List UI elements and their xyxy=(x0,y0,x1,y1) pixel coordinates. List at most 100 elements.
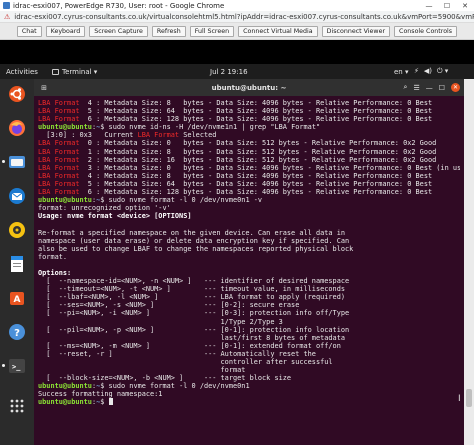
terminal-text-segment: [ --timeout=<NUM>, -t <NUM> ] --- timeou… xyxy=(38,285,345,294)
terminal-line: [ --ses=<NUM>, -s <NUM> ] --- [0-2]: sec… xyxy=(38,301,460,309)
new-tab-icon[interactable]: ⊞ xyxy=(38,83,50,93)
terminal-text-segment: 1 : Metadata Size: 8 bytes - Data Size: … xyxy=(79,147,437,156)
ubuntu-software-icon[interactable] xyxy=(8,85,26,103)
terminal-line: last/first 8 bytes of metadata xyxy=(38,334,460,342)
terminal-line: [ --pil=<NUM>, -p <NUM> ] --- [0-1]: pro… xyxy=(38,326,460,334)
rhythmbox-icon[interactable] xyxy=(8,221,26,239)
terminal-line: format xyxy=(38,366,460,374)
terminal-line: LBA Format 6 : Metadata Size: 128 bytes … xyxy=(38,115,460,123)
terminal-text-segment: ubuntu@ubuntu xyxy=(38,398,92,407)
app-store-icon[interactable]: A xyxy=(8,289,26,307)
terminal-line: [ --timeout=<NUM>, -t <NUM> ] --- timeou… xyxy=(38,285,460,293)
terminal-text-segment: 0 : Metadata Size: 0 bytes - Data Size: … xyxy=(79,139,437,148)
terminal-line: Options: xyxy=(38,269,460,277)
terminal-text-segment: ubuntu@ubuntu xyxy=(38,123,92,132)
search-icon[interactable]: ⌕ xyxy=(404,83,408,92)
terminal-line: ubuntu@ubuntu:~$ sudo nvme id-ns -H /dev… xyxy=(38,123,460,131)
power-menu-icon: ⏻ ▾ xyxy=(437,67,449,75)
terminal-text-segment: ubuntu@ubuntu xyxy=(38,196,92,205)
terminal-app-menu[interactable]: Terminal ▾ xyxy=(52,68,97,76)
terminal-text-segment: 6 : Metadata Size: 128 bytes - Data Size… xyxy=(79,188,433,197)
scrollbar-thumb[interactable] xyxy=(466,389,472,407)
terminal-line: format. xyxy=(38,253,460,261)
chat-button[interactable]: Chat xyxy=(16,25,42,37)
keyboard-layout-indicator[interactable]: en ▾ xyxy=(394,68,408,76)
browser-window-title: idrac-esxi007, PowerEdge R730, User: roo… xyxy=(13,1,225,10)
terminal-text-segment: LBA Format xyxy=(38,107,80,116)
terminal-line: LBA Format 4 : Metadata Size: 8 bytes - … xyxy=(38,172,460,180)
address-bar-url[interactable]: idrac-esxi007.cyrus-consultants.co.uk/vi… xyxy=(14,13,474,21)
minimize-window-icon[interactable]: — xyxy=(420,2,438,10)
terminal-line: Success formatting namespace:1 xyxy=(38,390,460,398)
terminal-text-segment: [3:0] : 0x3 Current xyxy=(38,131,138,140)
hamburger-menu-icon[interactable]: ☰ xyxy=(413,84,419,92)
browser-title-bar: idrac-esxi007, PowerEdge R730, User: roo… xyxy=(0,0,474,11)
libreoffice-writer-icon[interactable] xyxy=(8,255,26,273)
terminal-text-segment: LBA Format xyxy=(38,188,80,197)
terminal-line: [ --lbaf=<NUM>, -l <NUM> ] --- LBA forma… xyxy=(38,293,460,301)
ubuntu-dock: A ? >_ xyxy=(0,79,34,445)
idrac-favicon-icon xyxy=(3,2,10,9)
terminal-text-segment: LBA Format xyxy=(38,179,80,188)
terminal-text-segment: $ xyxy=(100,398,109,407)
maximize-icon[interactable]: ☐ xyxy=(439,84,445,92)
minimize-icon[interactable]: — xyxy=(426,84,433,92)
console-top-margin xyxy=(0,40,474,64)
terminal-text-segment: $ sudo nvme format -l 0 /dev/nvme0n1 -v xyxy=(100,196,263,205)
console-controls-button[interactable]: Console Controls xyxy=(394,25,458,37)
terminal-line: LBA Format 6 : Metadata Size: 128 bytes … xyxy=(38,188,460,196)
terminal-text-segment: $ sudo nvme id-ns -H /dev/nvme1n1 | grep… xyxy=(100,123,321,132)
terminal-line: [ --namespace-id=<NUM>, -n <NUM> ] --- i… xyxy=(38,277,460,285)
thunderbird-icon[interactable] xyxy=(8,187,26,205)
keyboard-button[interactable]: Keyboard xyxy=(45,25,86,37)
show-applications-icon[interactable] xyxy=(8,397,26,415)
system-tray[interactable]: ⚡ ◀) ⏻ ▾ xyxy=(414,67,448,76)
close-icon[interactable]: ✕ xyxy=(451,83,460,92)
mouse-cursor-icon: I xyxy=(458,394,461,404)
terminal-text-segment: LBA Format xyxy=(38,139,80,148)
terminal-line: LBA Format 3 : Metadata Size: 0 bytes - … xyxy=(38,164,460,172)
close-window-icon[interactable]: ✕ xyxy=(456,2,474,10)
terminal-window[interactable]: ⊞ ubuntu@ubuntu: ~ ⌕ ☰ — ☐ ✕ LBA Format … xyxy=(34,79,464,445)
terminal-line: ubuntu@ubuntu:~$ sudo nvme format -l 0 /… xyxy=(38,382,460,390)
terminal-line: LBA Format 1 : Metadata Size: 8 bytes - … xyxy=(38,148,460,156)
not-secure-warning-icon[interactable]: ⚠ xyxy=(4,13,10,21)
terminal-text-segment: controller after successful xyxy=(38,358,333,366)
connect-virtual-media-button[interactable]: Connect Virtual Media xyxy=(238,25,318,37)
address-bar[interactable]: ⚠ idrac-esxi007.cyrus-consultants.co.uk/… xyxy=(0,11,474,23)
full-screen-button[interactable]: Full Screen xyxy=(189,25,235,37)
activities-button[interactable]: Activities xyxy=(6,68,38,76)
terminal-line: LBA Format 5 : Metadata Size: 64 bytes -… xyxy=(38,180,460,188)
terminal-text-segment: ubuntu@ubuntu xyxy=(38,382,92,391)
terminal-dock-icon[interactable]: >_ xyxy=(2,357,26,375)
maximize-window-icon[interactable]: ☐ xyxy=(438,2,456,10)
console-scrollbar[interactable] xyxy=(464,79,474,445)
terminal-text-segment: also be used to change LBAF to change th… xyxy=(38,244,354,253)
terminal-line: Usage: nvme format <device> [OPTIONS] xyxy=(38,212,460,220)
terminal-text-segment: 2 : Metadata Size: 16 bytes - Data Size:… xyxy=(79,155,437,164)
help-icon[interactable]: ? xyxy=(8,323,26,341)
disconnect-viewer-button[interactable]: Disconnect Viewer xyxy=(321,25,391,37)
clock[interactable]: Jul 2 19:16 xyxy=(210,68,248,76)
terminal-text-segment: [ --namespace-id=<NUM>, -n <NUM> ] --- i… xyxy=(38,277,350,286)
terminal-output[interactable]: LBA Format 4 : Metadata Size: 8 bytes - … xyxy=(38,99,460,443)
refresh-button[interactable]: Refresh xyxy=(151,25,186,37)
terminal-icon xyxy=(52,68,59,75)
firefox-icon[interactable] xyxy=(8,119,26,137)
files-icon[interactable] xyxy=(2,153,26,171)
screen-capture-button[interactable]: Screen Capture xyxy=(89,25,148,37)
terminal-line: ubuntu@ubuntu:~$ xyxy=(38,398,460,406)
terminal-text-segment: last/first 8 bytes of metadata xyxy=(38,333,345,342)
terminal-line: LBA Format 2 : Metadata Size: 16 bytes -… xyxy=(38,156,460,164)
idrac-console-toolbar: Chat Keyboard Screen Capture Refresh Ful… xyxy=(0,23,474,40)
terminal-text-segment: LBA Format xyxy=(137,131,180,140)
gnome-top-bar: Activities Terminal ▾ Jul 2 19:16 en ▾ ⚡… xyxy=(0,64,474,79)
terminal-text-segment: [ --lbaf=<NUM>, -l <NUM> ] --- LBA forma… xyxy=(38,293,345,302)
terminal-line: LBA Format 4 : Metadata Size: 8 bytes - … xyxy=(38,99,460,107)
svg-text:?: ? xyxy=(14,328,20,339)
svg-text:A: A xyxy=(14,295,21,305)
terminal-text-segment: Usage: nvme format <device> [OPTIONS] xyxy=(38,212,192,221)
terminal-text-segment: 5 : Metadata Size: 64 bytes - Data Size:… xyxy=(79,107,433,116)
